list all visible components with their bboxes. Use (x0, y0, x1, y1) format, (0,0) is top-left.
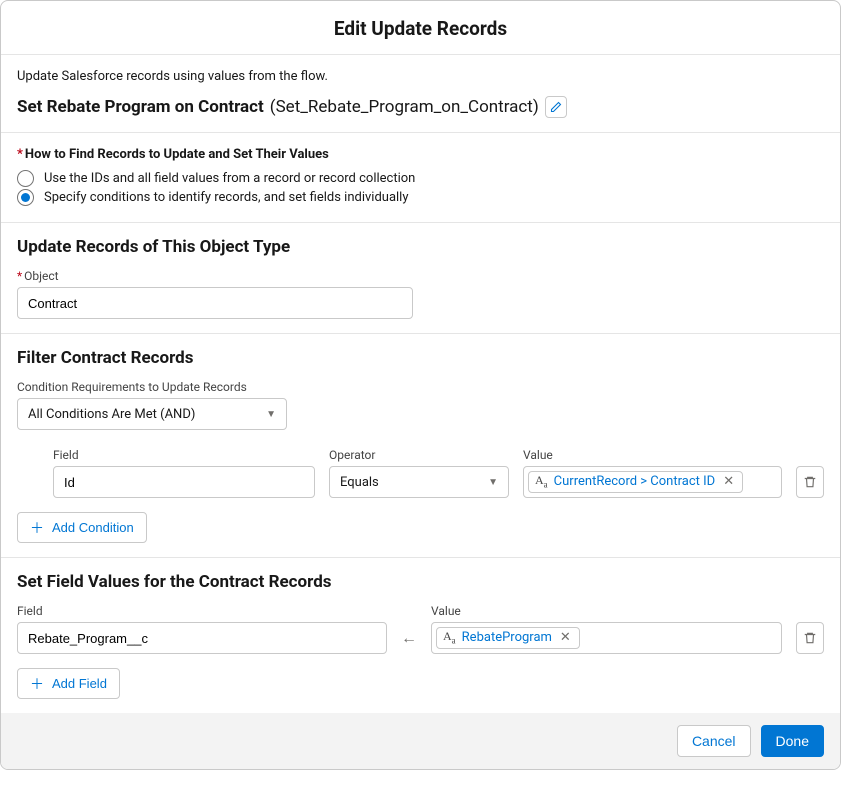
radio-icon (17, 170, 34, 187)
remove-pill-button[interactable]: ✕ (558, 630, 573, 645)
text-type-icon: Aa (443, 630, 456, 645)
element-name-row: Set Rebate Program on Contract (Set_Reba… (17, 96, 824, 118)
how-to-find-section: How to Find Records to Update and Set Th… (1, 133, 840, 223)
setfield-field-input[interactable] (17, 622, 387, 654)
remove-pill-button[interactable]: ✕ (721, 474, 736, 489)
cond-field-input[interactable] (53, 466, 315, 498)
cond-value-pill: Aa CurrentRecord > Contract ID ✕ (528, 471, 743, 492)
radio-selected-icon (17, 189, 34, 206)
cond-value-label: Value (523, 448, 782, 462)
find-option-ids-label: Use the IDs and all field values from a … (44, 171, 415, 186)
cond-field-label: Field (53, 448, 315, 462)
text-type-icon: Aa (535, 474, 548, 489)
done-button[interactable]: Done (761, 725, 824, 757)
set-fields-heading: Set Field Values for the Contract Record… (17, 572, 824, 592)
find-option-ids[interactable]: Use the IDs and all field values from a … (17, 170, 824, 187)
edit-name-button[interactable] (545, 96, 567, 118)
element-api-name: (Set_Rebate_Program_on_Contract) (270, 97, 539, 117)
element-label: Set Rebate Program on Contract (17, 97, 264, 117)
trash-icon (803, 475, 817, 489)
object-input[interactable] (17, 287, 413, 319)
intro-description: Update Salesforce records using values f… (17, 69, 824, 84)
find-option-specify-label: Specify conditions to identify records, … (44, 190, 409, 205)
cond-req-select[interactable]: All Conditions Are Met (AND) ▼ (17, 398, 287, 430)
cond-value-pill-text: CurrentRecord > Contract ID (554, 474, 716, 489)
cond-value-input[interactable]: Aa CurrentRecord > Contract ID ✕ (523, 466, 782, 498)
filter-section-heading: Filter Contract Records (17, 348, 824, 368)
how-to-find-heading: How to Find Records to Update and Set Th… (17, 147, 824, 162)
intro-section: Update Salesforce records using values f… (1, 55, 840, 133)
chevron-down-icon: ▼ (266, 409, 276, 420)
cancel-button[interactable]: Cancel (677, 725, 751, 757)
edit-update-records-modal: Edit Update Records Update Salesforce re… (0, 0, 841, 770)
add-condition-button[interactable]: ＋ Add Condition (17, 512, 147, 543)
cond-req-value: All Conditions Are Met (AND) (28, 407, 195, 422)
setfield-field-label: Field (17, 604, 387, 618)
modal-title: Edit Update Records (1, 17, 840, 40)
trash-icon (803, 631, 817, 645)
setfield-value-pill-text: RebateProgram (462, 630, 552, 645)
setfield-value-pill: Aa RebateProgram ✕ (436, 627, 580, 648)
plus-icon: ＋ (30, 677, 44, 691)
set-fields-section: Set Field Values for the Contract Record… (1, 558, 840, 713)
add-field-button[interactable]: ＋ Add Field (17, 668, 120, 699)
object-label: Object (17, 269, 824, 283)
arrow-left-icon: ← (401, 628, 417, 648)
plus-icon: ＋ (30, 521, 44, 535)
find-option-specify[interactable]: Specify conditions to identify records, … (17, 189, 824, 206)
pencil-icon (550, 101, 562, 113)
object-section: Update Records of This Object Type Objec… (1, 223, 840, 334)
chevron-down-icon: ▼ (488, 477, 498, 488)
add-field-label: Add Field (52, 676, 107, 691)
modal-header: Edit Update Records (1, 1, 840, 55)
modal-footer: Cancel Done (1, 713, 840, 769)
setfield-value-label: Value (431, 604, 782, 618)
object-section-heading: Update Records of This Object Type (17, 237, 824, 257)
setfield-value-input[interactable]: Aa RebateProgram ✕ (431, 622, 782, 654)
cond-operator-label: Operator (329, 448, 509, 462)
add-condition-label: Add Condition (52, 520, 134, 535)
cond-operator-select[interactable]: Equals ▼ (329, 466, 509, 498)
delete-condition-button[interactable] (796, 466, 824, 498)
delete-assignment-button[interactable] (796, 622, 824, 654)
filter-section: Filter Contract Records Condition Requir… (1, 334, 840, 558)
cond-operator-value: Equals (340, 475, 379, 490)
cond-req-label: Condition Requirements to Update Records (17, 380, 824, 394)
